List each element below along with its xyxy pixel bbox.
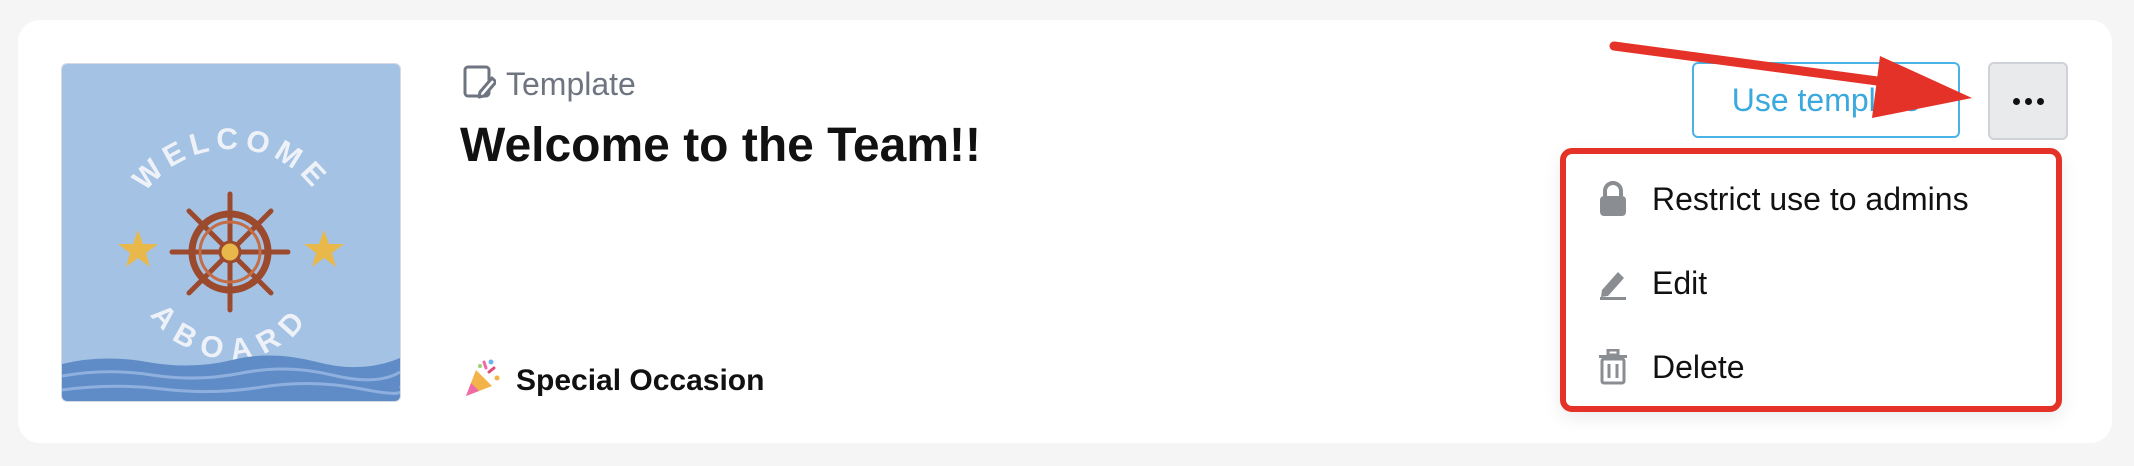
menu-item-edit[interactable]: Edit xyxy=(1596,264,1707,302)
menu-item-label: Restrict use to admins xyxy=(1652,180,1969,217)
template-thumbnail[interactable]: WELCOME ABOARD xyxy=(61,63,401,402)
more-options-button[interactable] xyxy=(1988,62,2068,140)
use-template-button[interactable]: Use template xyxy=(1692,62,1960,138)
more-dots-icon xyxy=(2012,97,2044,105)
party-popper-icon xyxy=(462,358,502,403)
trash-icon xyxy=(1596,348,1630,386)
menu-item-delete[interactable]: Delete xyxy=(1596,348,1745,386)
template-title: Welcome to the Team!! xyxy=(460,119,981,172)
welcome-aboard-image: WELCOME ABOARD xyxy=(62,64,400,401)
lock-icon xyxy=(1596,180,1630,218)
template-category: Special Occasion xyxy=(462,358,764,403)
template-options-menu: Restrict use to admins Edit Delete xyxy=(1560,148,2062,412)
template-type-label: Template xyxy=(506,66,636,102)
menu-item-restrict-admins[interactable]: Restrict use to admins xyxy=(1596,180,1969,218)
pencil-icon xyxy=(1596,264,1630,302)
menu-item-label: Edit xyxy=(1652,264,1708,301)
template-type-row: Template xyxy=(462,64,636,105)
category-label: Special Occasion xyxy=(516,363,765,397)
menu-item-label: Delete xyxy=(1652,348,1745,385)
template-edit-icon xyxy=(462,64,498,105)
